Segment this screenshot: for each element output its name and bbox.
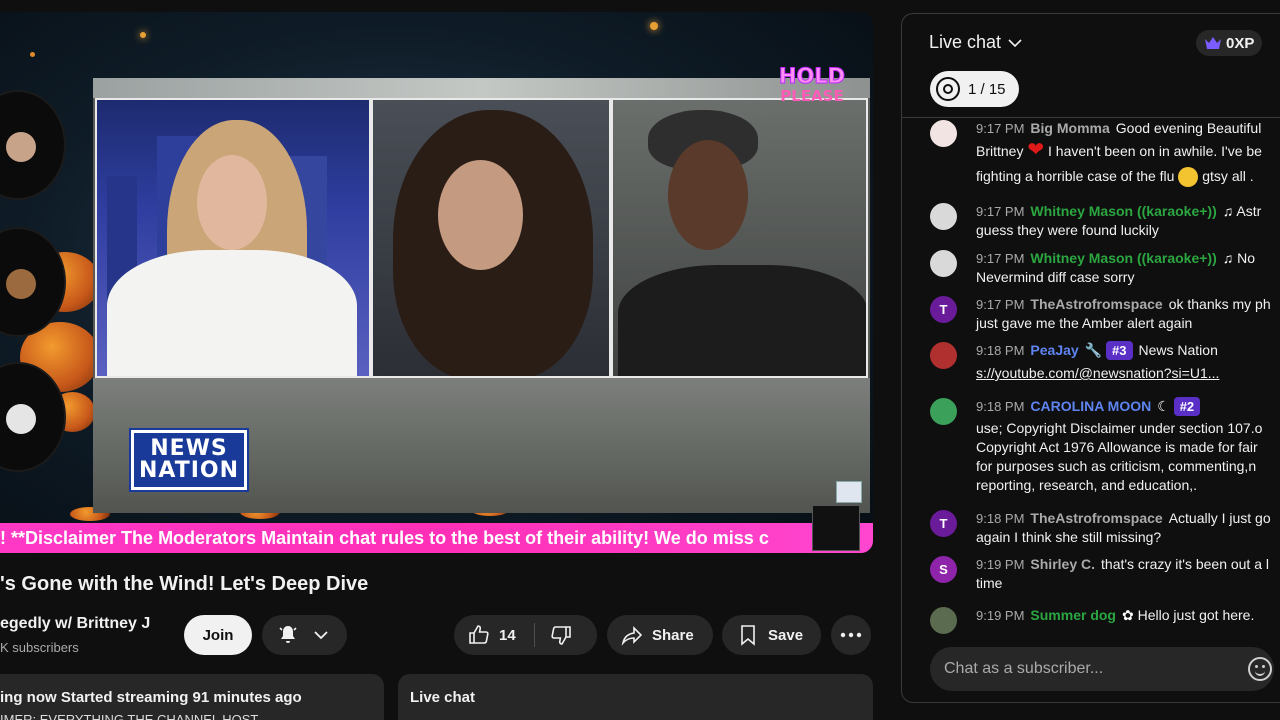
xp-badge[interactable]: 0XP — [1196, 30, 1263, 56]
user-avatar — [930, 398, 957, 425]
karaoke-badge-icon: ♫ — [1222, 250, 1234, 266]
like-count: 14 — [499, 626, 516, 644]
subscriber-count: K subscribers — [0, 640, 79, 655]
video-title: 's Gone with the Wind! Let's Deep Dive — [0, 573, 369, 595]
notification-bell-button[interactable] — [262, 615, 347, 655]
stream-status: ing now Started streaming 91 minutes ago — [0, 689, 302, 706]
chat-message-list: 9:17 PM Big Momma Good evening Beautiful B… — [902, 119, 1280, 636]
chat-input[interactable]: Chat as a subscriber... — [930, 647, 1274, 691]
video-player[interactable]: NEWS NATION HOLD PLEASE ! **Disclaimer T… — [0, 12, 873, 553]
live-chat-card-title: Live chat — [410, 689, 476, 706]
anchor-panel — [95, 98, 371, 378]
join-button[interactable]: Join — [184, 615, 252, 655]
light-decoration — [30, 52, 35, 57]
live-chat-card[interactable]: Live chat — [398, 674, 873, 720]
heart-emoji: ❤ — [1027, 139, 1045, 161]
bell-icon — [279, 626, 297, 643]
face-emoji — [1178, 167, 1199, 188]
disclaimer-ticker: ! **Disclaimer The Moderators Maintain c… — [0, 523, 873, 553]
paw-icon: ✿ — [1122, 607, 1134, 623]
save-button[interactable]: Save — [722, 615, 821, 655]
user-avatar — [930, 120, 957, 147]
guest-avatar — [0, 90, 66, 200]
like-dislike-group: 14 — [454, 615, 597, 655]
chat-link[interactable]: s://youtube.com/@newsnation?si=U1... — [976, 365, 1219, 381]
news-nation-logo: NEWS NATION — [129, 428, 249, 492]
tv-screen-top — [93, 78, 870, 98]
network-logo — [836, 481, 862, 503]
moon-icon: ☾ — [1157, 398, 1170, 414]
goal-progress-pill[interactable]: 1 / 15 — [930, 71, 1019, 107]
user-avatar: S — [930, 556, 957, 583]
user-avatar — [930, 250, 957, 277]
bookmark-icon — [741, 625, 755, 646]
karaoke-badge-icon: ♫ — [1222, 203, 1234, 219]
light-decoration — [650, 22, 658, 30]
broadcast-frame: NEWS NATION — [93, 78, 870, 513]
suspect-photo — [611, 98, 868, 378]
thumbs-up-icon[interactable] — [467, 623, 491, 647]
chat-header: Live chat 0XP 1 / 15 — [902, 14, 1280, 118]
bat-logo — [812, 505, 860, 551]
wrench-icon: 🔧 — [1084, 342, 1103, 358]
rank-badge: #2 — [1173, 397, 1201, 416]
share-icon — [621, 626, 643, 646]
rank-badge: #3 — [1106, 341, 1133, 360]
crown-icon — [1205, 37, 1221, 49]
more-horizontal-icon — [840, 632, 862, 638]
user-avatar — [930, 203, 957, 230]
more-actions-button[interactable] — [831, 615, 871, 655]
share-button[interactable]: Share — [607, 615, 713, 655]
light-decoration — [140, 32, 146, 38]
guest-avatar — [0, 227, 66, 337]
description-card[interactable]: ing now Started streaming 91 minutes ago… — [0, 674, 384, 720]
user-avatar — [930, 607, 957, 634]
user-avatar: T — [930, 296, 957, 323]
thumbs-down-icon[interactable] — [549, 623, 573, 647]
user-avatar — [930, 342, 957, 369]
chevron-down-icon — [1008, 38, 1022, 47]
chat-mode-dropdown[interactable]: Live chat — [929, 32, 1023, 53]
hold-please-overlay: HOLD PLEASE — [778, 64, 846, 105]
channel-name[interactable]: egedly w/ Brittney J — [0, 615, 150, 633]
user-avatar: T — [930, 510, 957, 537]
lower-map-background: NEWS NATION — [93, 378, 870, 513]
chevron-down-icon — [314, 631, 328, 640]
target-icon — [936, 77, 960, 101]
emoji-picker-icon[interactable] — [1248, 657, 1272, 681]
live-chat-panel: Live chat 0XP 1 / 15 9:17 PM Big Momma Goo… — [901, 13, 1280, 703]
description-preview: IMER: EVERYTHING THE CHANNEL HOST — [0, 712, 259, 720]
missing-person-photo — [371, 98, 611, 378]
